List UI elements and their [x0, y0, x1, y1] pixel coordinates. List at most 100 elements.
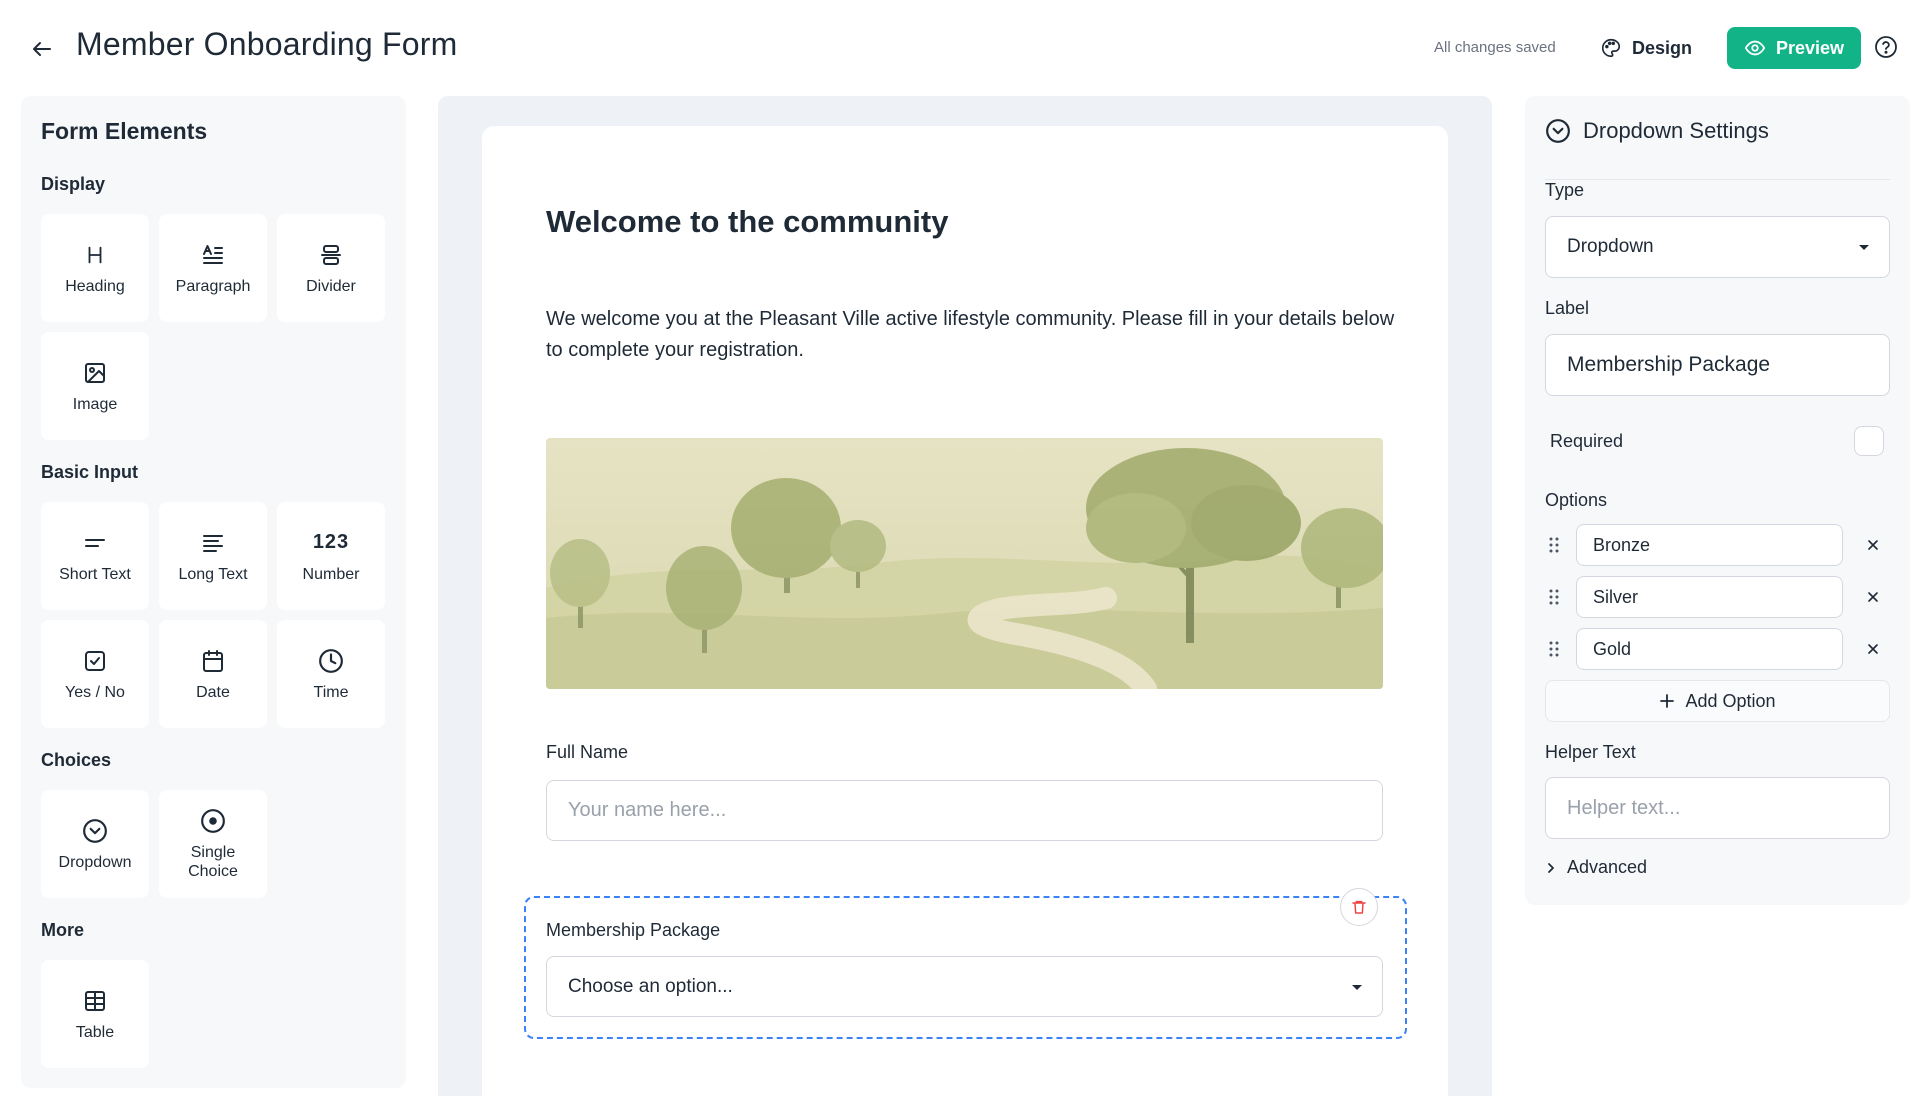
form-card: Welcome to the community We welcome you …	[482, 126, 1448, 1114]
close-icon	[1868, 592, 1878, 602]
label-label: Label	[1545, 298, 1590, 318]
heading-icon	[88, 246, 102, 263]
full-name-input[interactable]: Your name here...	[546, 780, 1383, 841]
section-display: Display	[41, 174, 106, 194]
element-date[interactable]: Date	[159, 620, 267, 728]
advanced-toggle[interactable]: Advanced	[1545, 857, 1647, 878]
chevron-right-icon	[1548, 862, 1554, 873]
option-input[interactable]: Silver	[1576, 576, 1843, 618]
checkbox-icon	[85, 650, 105, 671]
element-dropdown[interactable]: Dropdown	[41, 790, 149, 898]
element-label: Date	[196, 683, 230, 701]
type-label: Type	[1545, 180, 1585, 200]
element-label: Time	[313, 683, 349, 701]
form-canvas: Welcome to the community We welcome you …	[438, 96, 1492, 1114]
design-label: Design	[1632, 37, 1693, 58]
caret-down-icon	[1352, 985, 1362, 990]
element-short-text[interactable]: Short Text	[41, 502, 149, 610]
advanced-label: Advanced	[1567, 857, 1648, 877]
element-single-choice[interactable]: Single Choice	[159, 790, 267, 898]
element-paragraph[interactable]: Paragraph	[159, 214, 267, 322]
help-icon	[1875, 36, 1897, 58]
trash-icon	[1352, 900, 1366, 914]
element-heading[interactable]: Heading	[41, 214, 149, 322]
form-paragraph[interactable]: We welcome you at the Pleasant Ville act…	[546, 304, 1406, 366]
option-input[interactable]: Gold	[1576, 628, 1843, 670]
image-icon	[85, 362, 105, 383]
settings-header[interactable]: Dropdown Settings	[1545, 118, 1890, 180]
table-icon	[85, 990, 105, 1011]
element-number[interactable]: 123 Number	[277, 502, 385, 610]
paragraph-icon	[203, 244, 223, 264]
back-button[interactable]	[24, 31, 60, 67]
landscape-illustration	[546, 438, 1383, 689]
options-label: Options	[1545, 490, 1608, 510]
remove-option-button[interactable]	[1860, 532, 1886, 558]
page-title: Member Onboarding Form	[76, 26, 458, 62]
section-basic-input: Basic Input	[41, 462, 139, 482]
number-icon: 123	[312, 531, 350, 553]
select-placeholder: Choose an option...	[568, 975, 733, 997]
drag-handle-icon[interactable]	[1545, 584, 1563, 610]
option-input[interactable]: Bronze	[1576, 524, 1843, 566]
element-divider[interactable]: Divider	[277, 214, 385, 322]
element-table[interactable]: Table	[41, 960, 149, 1068]
remove-option-button[interactable]	[1860, 584, 1886, 610]
preview-label: Preview	[1775, 37, 1845, 58]
element-time[interactable]: Time	[277, 620, 385, 728]
element-label: Dropdown	[58, 853, 132, 871]
help-button[interactable]	[1874, 35, 1900, 61]
settings-panel: Dropdown Settings Type Dropdown Label Me…	[1525, 96, 1910, 905]
element-image[interactable]: Image	[41, 332, 149, 440]
section-choices: Choices	[41, 750, 112, 770]
palette-icon	[1602, 38, 1621, 58]
preview-button[interactable]: Preview	[1727, 27, 1861, 69]
remove-option-button[interactable]	[1860, 636, 1886, 662]
element-label: Long Text	[178, 565, 248, 583]
section-more: More	[41, 920, 85, 940]
form-image[interactable]	[546, 438, 1383, 689]
drag-handle-icon[interactable]	[1545, 532, 1563, 558]
element-label: Single Choice	[188, 844, 238, 880]
settings-title: Dropdown Settings	[1583, 118, 1769, 143]
radio-icon	[201, 809, 225, 833]
helper-text-input[interactable]: Helper text...	[1545, 777, 1890, 839]
element-label: Heading	[65, 277, 125, 295]
eye-icon	[1744, 40, 1766, 56]
membership-package-select[interactable]: Choose an option...	[546, 956, 1383, 1017]
clock-icon	[319, 648, 343, 673]
option-row: Silver	[1545, 576, 1890, 618]
divider-icon	[321, 244, 341, 265]
element-label: Yes / No	[65, 683, 125, 701]
option-row: Gold	[1545, 628, 1890, 670]
required-label: Required	[1550, 431, 1624, 451]
type-value: Dropdown	[1567, 236, 1654, 257]
type-select[interactable]: Dropdown	[1545, 216, 1890, 278]
option-row: Bronze	[1545, 524, 1890, 566]
save-status: All changes saved	[1434, 39, 1556, 56]
label-input[interactable]: Membership Package	[1545, 334, 1890, 396]
long-text-icon	[203, 534, 223, 552]
chevron-circle-down-icon	[83, 818, 107, 843]
form-elements-panel: Form Elements Display Heading Paragraph …	[21, 96, 406, 1088]
element-label: Number	[302, 565, 360, 583]
element-long-text[interactable]: Long Text	[159, 502, 267, 610]
drag-handle-icon[interactable]	[1545, 636, 1563, 662]
element-label: Table	[75, 1023, 115, 1041]
required-checkbox[interactable]	[1854, 426, 1884, 456]
add-option-button[interactable]: Add Option	[1545, 680, 1890, 722]
helper-text-label: Helper Text	[1545, 742, 1636, 762]
design-button[interactable]: Design	[1600, 32, 1692, 64]
full-name-label: Full Name	[546, 742, 629, 762]
element-label: Paragraph	[175, 277, 251, 295]
arrow-left-icon	[33, 42, 51, 56]
chevron-circle-down-icon	[1546, 119, 1570, 143]
short-text-icon	[85, 538, 105, 547]
top-bar: Member Onboarding Form All changes saved…	[0, 0, 1920, 94]
element-label: Divider	[306, 277, 356, 295]
add-option-label: Add Option	[1685, 690, 1776, 711]
form-heading[interactable]: Welcome to the community	[546, 204, 949, 240]
element-label: Image	[72, 395, 118, 413]
delete-field-button[interactable]	[1340, 888, 1378, 926]
element-yes-no[interactable]: Yes / No	[41, 620, 149, 728]
